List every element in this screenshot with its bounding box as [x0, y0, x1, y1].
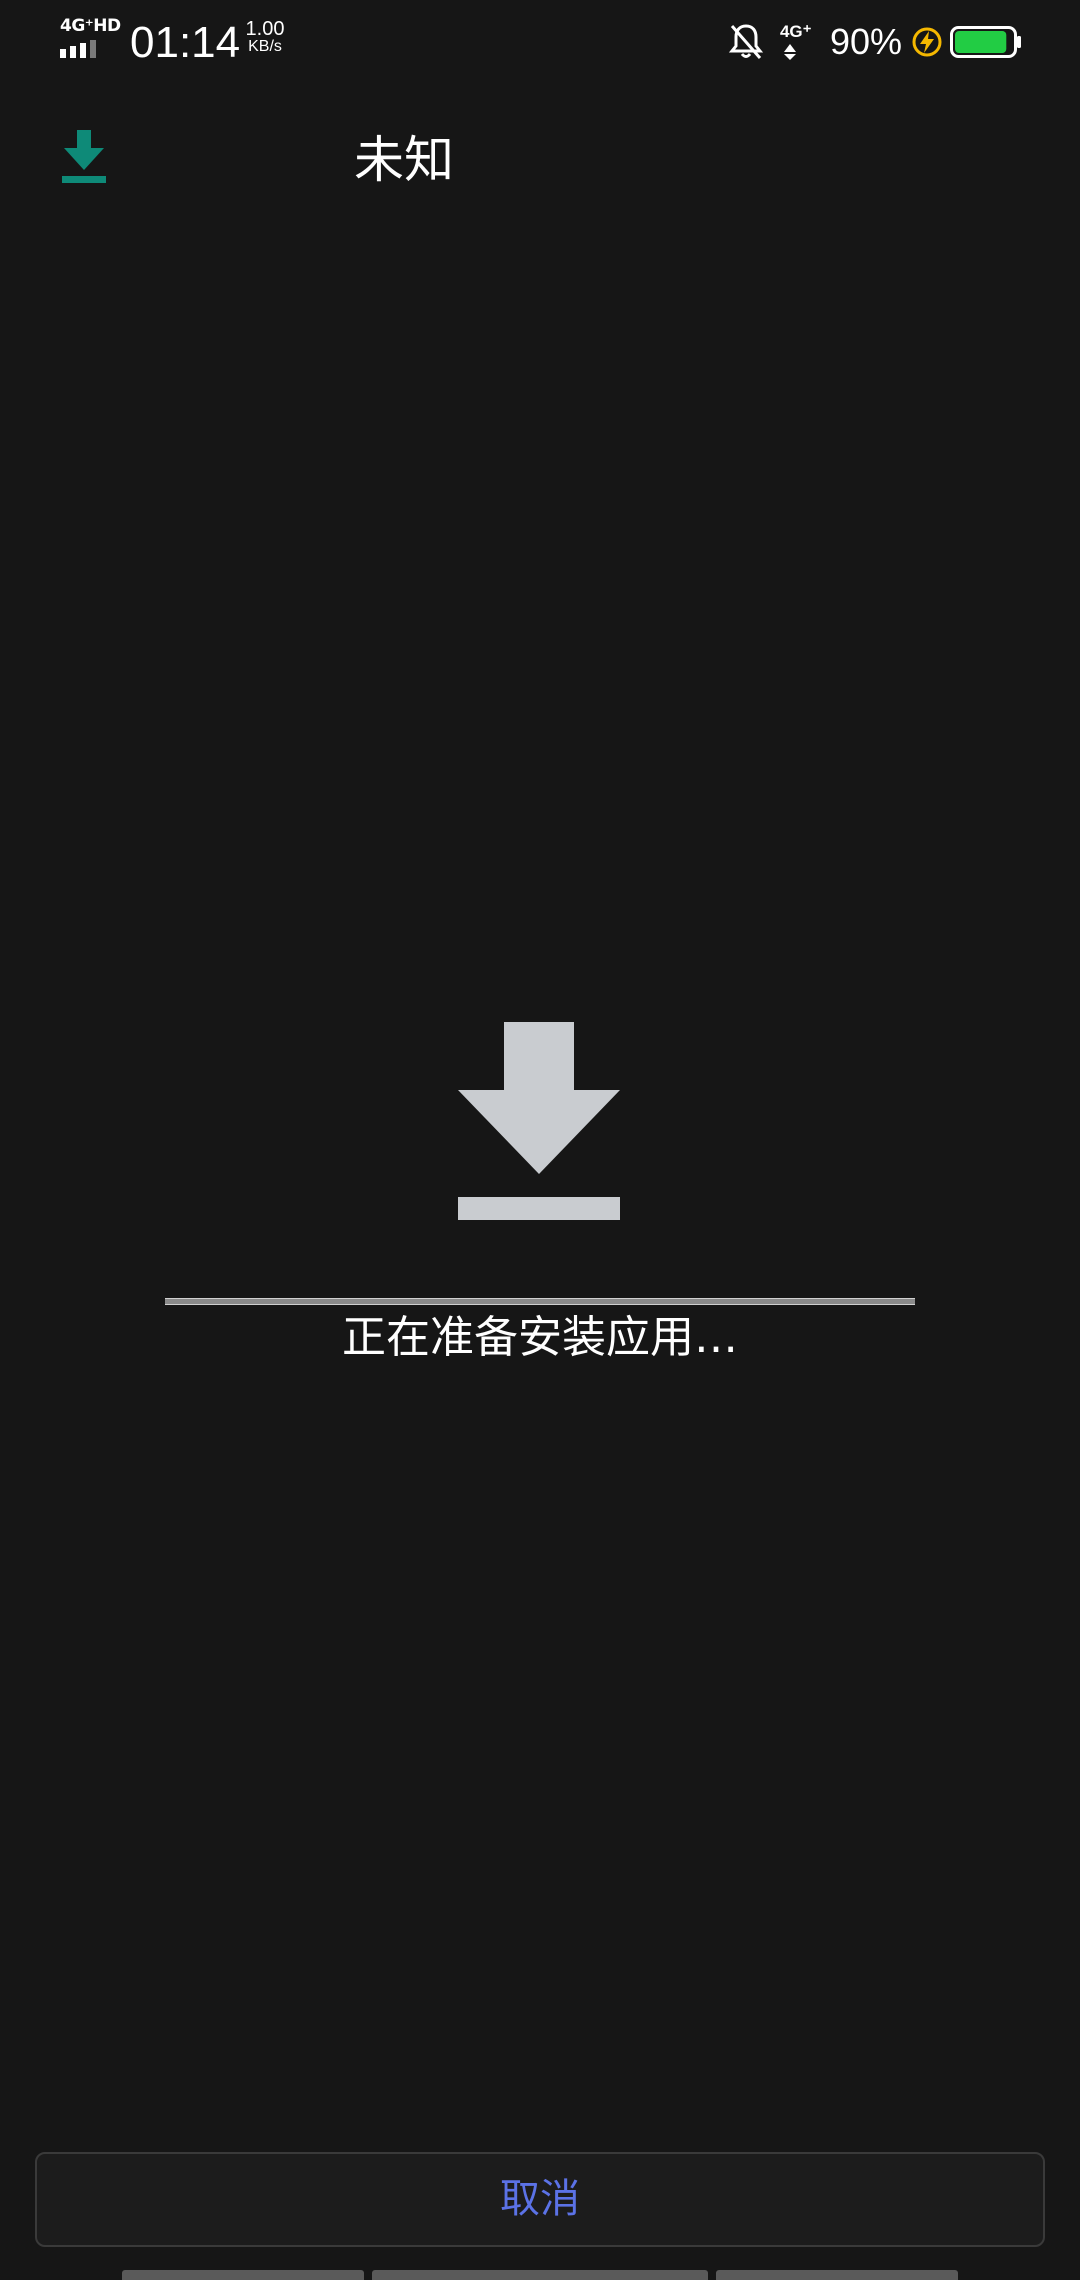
battery-percent: 90% — [829, 21, 902, 62]
mobile-data-indicator: 4G⁺ — [778, 22, 818, 62]
network-speed-unit: KB/s — [248, 38, 282, 55]
app-header: 未知 — [0, 110, 1080, 210]
page-title: 未知 — [354, 131, 454, 189]
cancel-button[interactable]: 取消 — [35, 2152, 1045, 2247]
clock: 01:14 — [130, 18, 241, 67]
install-status-text: 正在准备安装应用… — [342, 1312, 738, 1363]
download-icon — [62, 130, 106, 183]
mobile-data-icon — [783, 44, 796, 60]
status-icons: 4G⁺ 90% — [728, 20, 1022, 64]
install-progress-bar — [165, 1298, 915, 1306]
status-bar: 4G⁺HD 01:14 1.00 KB/s 4G⁺ 90% — [0, 0, 1080, 82]
battery-icon — [950, 26, 1021, 58]
network-speed-value: 1.00 — [245, 18, 285, 40]
download-icon — [458, 1022, 620, 1220]
bottom-bar-segment — [122, 2270, 364, 2280]
signal-bars-icon — [60, 40, 96, 58]
progress-track — [165, 1298, 915, 1305]
charging-bolt-icon — [912, 27, 942, 57]
bell-off-icon — [728, 24, 764, 59]
network-indicator: 4G⁺HD — [58, 16, 121, 60]
network-speed: 1.00 KB/s — [240, 18, 290, 56]
bottom-bar-segment — [716, 2270, 958, 2280]
bottom-bar-segment — [372, 2270, 708, 2280]
network-label: 4G⁺HD — [60, 16, 121, 36]
mobile-data-label: 4G⁺ — [779, 22, 812, 41]
